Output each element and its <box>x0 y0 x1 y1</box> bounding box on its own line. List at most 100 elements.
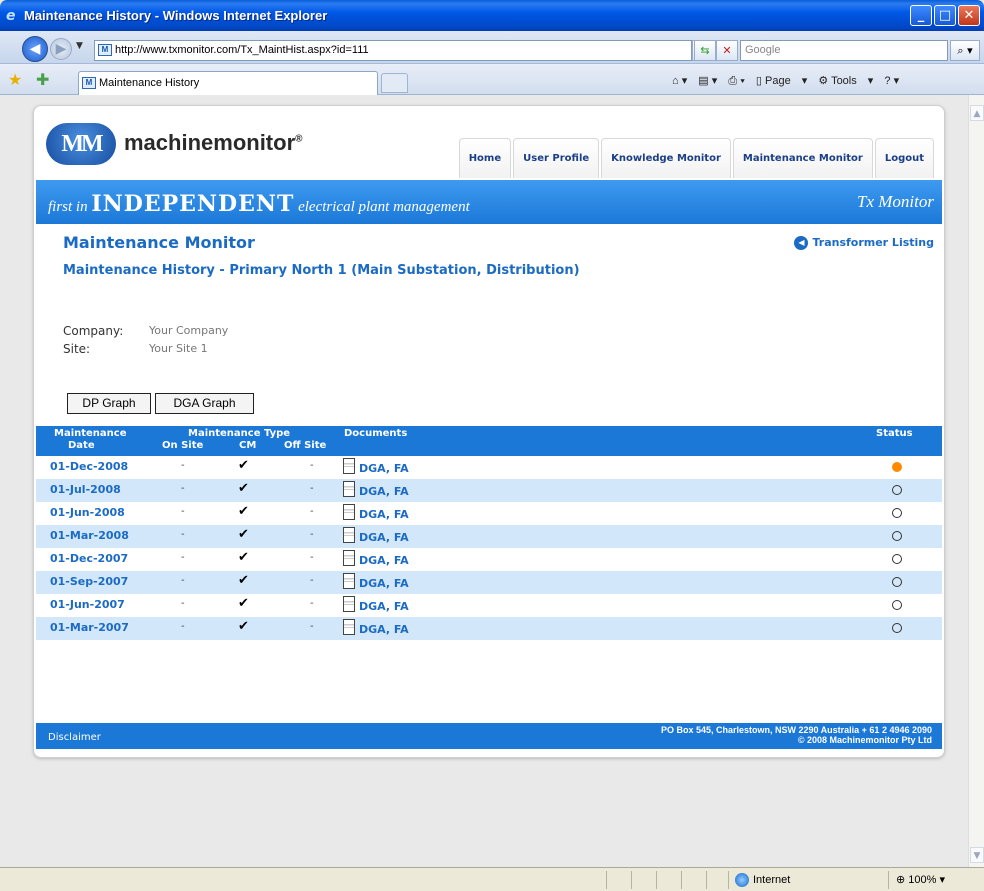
maintenance-date-link[interactable]: 01-Mar-2008 <box>50 529 129 542</box>
add-favorites-icon[interactable]: ✚ <box>36 70 49 89</box>
print-icon[interactable]: ⎙ ▾ <box>728 75 744 87</box>
nav-user-profile[interactable]: User Profile <box>513 138 600 178</box>
documents-link[interactable]: DGA, FA <box>359 554 409 567</box>
header-on-site: On Site <box>162 440 204 451</box>
header-date: Date <box>68 440 95 451</box>
page-menu[interactable]: ▯ Page ▾ <box>756 75 807 87</box>
document-icon <box>343 527 355 543</box>
footer-address: PO Box 545, Charlestown, NSW 2290 Austra… <box>661 725 932 745</box>
stop-button[interactable]: ✕ <box>716 40 738 61</box>
window-title: Maintenance History - Windows Internet E… <box>24 8 328 23</box>
documents-link[interactable]: DGA, FA <box>359 577 409 590</box>
off-site-value: - <box>310 598 314 609</box>
table-row: 01-Jul-2008 - ✔ - DGA, FA <box>36 479 942 502</box>
status-indicator-icon <box>892 554 902 564</box>
refresh-button[interactable]: ⇆ <box>694 40 716 61</box>
documents-link[interactable]: DGA, FA <box>359 508 409 521</box>
search-input[interactable]: Google <box>740 40 948 61</box>
url-input[interactable]: M http://www.txmonitor.com/Tx_MaintHist.… <box>94 40 692 61</box>
new-tab-button[interactable] <box>381 73 408 93</box>
internet-globe-icon <box>735 873 749 887</box>
address-bar: ◀ ▶ ▼ M http://www.txmonitor.com/Tx_Main… <box>0 31 984 64</box>
table-row: 01-Jun-2007 - ✔ - DGA, FA <box>36 594 942 617</box>
on-site-value: - <box>181 529 185 540</box>
status-indicator-icon <box>892 462 902 472</box>
transformer-listing-link[interactable]: ◀ Transformer Listing <box>794 236 934 250</box>
cm-check-icon: ✔ <box>238 504 249 519</box>
documents-link[interactable]: DGA, FA <box>359 485 409 498</box>
favorites-star-icon[interactable]: ★ <box>8 70 22 89</box>
scroll-up-icon[interactable]: ▲ <box>970 105 984 121</box>
off-site-value: - <box>310 460 314 471</box>
minimize-button[interactable]: _ <box>910 5 932 26</box>
table-row: 01-Dec-2008 - ✔ - DGA, FA <box>36 456 942 479</box>
off-site-value: - <box>310 621 314 632</box>
header-off-site: Off Site <box>284 440 327 451</box>
on-site-value: - <box>181 506 185 517</box>
nav-maintenance-monitor[interactable]: Maintenance Monitor <box>732 138 873 178</box>
dga-graph-button[interactable]: DGA Graph <box>155 393 254 414</box>
document-icon <box>343 481 355 497</box>
brand-name: machinemonitor® <box>124 130 303 155</box>
documents-link[interactable]: DGA, FA <box>359 600 409 613</box>
on-site-value: - <box>181 621 185 632</box>
forward-button[interactable]: ▶ <box>50 38 72 60</box>
vertical-scrollbar[interactable]: ▲ ▼ <box>968 95 984 867</box>
tools-menu[interactable]: ⚙ Tools ▾ <box>818 75 873 87</box>
search-button[interactable]: ⌕ ▾ <box>950 40 980 61</box>
maintenance-date-link[interactable]: 01-Jun-2008 <box>50 506 125 519</box>
header-banner: first in INDEPENDENT electrical plant ma… <box>36 180 942 224</box>
maintenance-date-link[interactable]: 01-Jun-2007 <box>50 598 125 611</box>
maintenance-date-link[interactable]: 01-Sep-2007 <box>50 575 128 588</box>
on-site-value: - <box>181 552 185 563</box>
document-icon <box>343 458 355 474</box>
off-site-value: - <box>310 529 314 540</box>
close-window-button[interactable]: ✕ <box>958 5 980 26</box>
cm-check-icon: ✔ <box>238 527 249 542</box>
feeds-icon[interactable]: ▤ ▾ <box>698 75 717 87</box>
help-icon[interactable]: ? ▾ <box>884 75 899 87</box>
tagline: first in INDEPENDENT electrical plant ma… <box>48 191 470 217</box>
documents-link[interactable]: DGA, FA <box>359 531 409 544</box>
zoom-level[interactable]: ⊕ 100% ▾ <box>896 873 945 886</box>
status-indicator-icon <box>892 508 902 518</box>
header-status: Status <box>876 428 913 439</box>
dp-graph-button[interactable]: DP Graph <box>67 393 151 414</box>
table-row: 01-Jun-2008 - ✔ - DGA, FA <box>36 502 942 525</box>
maximize-button[interactable]: □ <box>934 5 956 26</box>
scroll-down-icon[interactable]: ▼ <box>970 847 984 863</box>
table-row: 01-Mar-2008 - ✔ - DGA, FA <box>36 525 942 548</box>
cm-check-icon: ✔ <box>238 619 249 634</box>
disclaimer-link[interactable]: Disclaimer <box>48 732 101 743</box>
cm-check-icon: ✔ <box>238 596 249 611</box>
company-value: Your Company <box>149 324 229 337</box>
status-indicator-icon <box>892 600 902 610</box>
nav-knowledge-monitor[interactable]: Knowledge Monitor <box>601 138 731 178</box>
back-button[interactable]: ◀ <box>22 36 48 62</box>
off-site-value: - <box>310 483 314 494</box>
url-text: http://www.txmonitor.com/Tx_MaintHist.as… <box>115 44 369 56</box>
history-dropdown-icon[interactable]: ▼ <box>76 41 83 51</box>
company-row: Company: Your Company <box>63 324 228 338</box>
status-bar: Internet ⊕ 100% ▾ <box>0 867 984 891</box>
off-site-value: - <box>310 575 314 586</box>
browser-tab[interactable]: M Maintenance History <box>78 71 378 95</box>
status-indicator-icon <box>892 485 902 495</box>
status-indicator-icon <box>892 577 902 587</box>
nav-home[interactable]: Home <box>458 138 512 178</box>
maintenance-date-link[interactable]: 01-Jul-2008 <box>50 483 121 496</box>
maintenance-date-link[interactable]: 01-Dec-2007 <box>50 552 128 565</box>
command-bar: ⌂ ▾ ▤ ▾ ⎙ ▾ ▯ Page ▾ ⚙ Tools ▾ ? ▾ <box>672 74 907 88</box>
nav-logout[interactable]: Logout <box>874 138 934 178</box>
header-cm: CM <box>239 440 257 451</box>
documents-link[interactable]: DGA, FA <box>359 462 409 475</box>
maintenance-date-link[interactable]: 01-Dec-2008 <box>50 460 128 473</box>
cm-check-icon: ✔ <box>238 550 249 565</box>
documents-link[interactable]: DGA, FA <box>359 623 409 636</box>
home-icon[interactable]: ⌂ ▾ <box>672 75 687 87</box>
document-icon <box>343 550 355 566</box>
footer-contact: PO Box 545, Charlestown, NSW 2290 Austra… <box>660 725 932 735</box>
machinemonitor-logo[interactable]: MM <box>46 123 116 165</box>
cm-check-icon: ✔ <box>238 481 249 496</box>
maintenance-date-link[interactable]: 01-Mar-2007 <box>50 621 129 634</box>
